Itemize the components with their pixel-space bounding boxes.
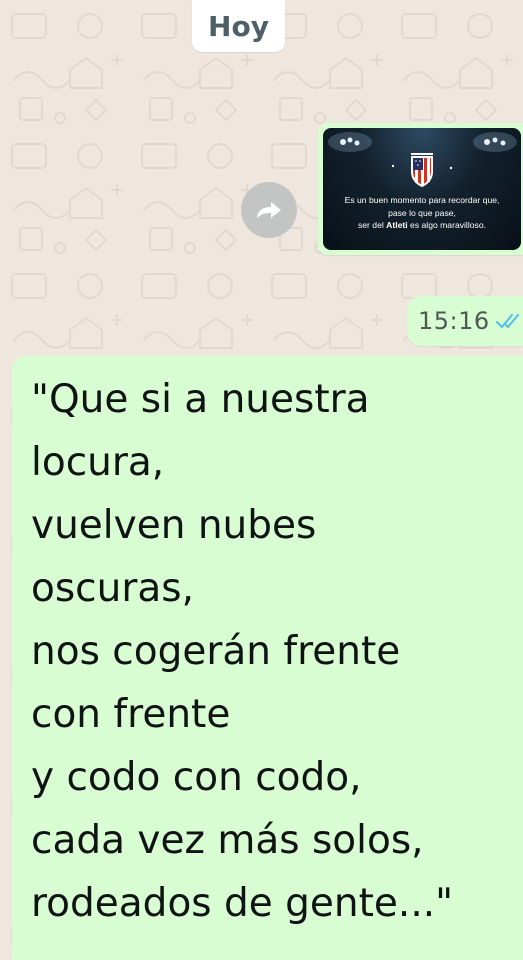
quote-line-3: vuelven nubes: [31, 503, 317, 548]
caption-line-3-start: ser del: [357, 220, 384, 230]
timestamp-bubble: 15:16: [407, 296, 523, 346]
quote-line-5: nos cogerán frente: [31, 629, 401, 674]
forward-button[interactable]: [241, 182, 297, 238]
quote-line-7: y codo con codo,: [31, 755, 362, 800]
forward-icon: [257, 202, 281, 218]
image-caption: Es un buen momento para recordar que, pa…: [323, 194, 521, 232]
caption-line-3-end: es algo maravilloso.: [410, 220, 486, 230]
quote-line-8: cada vez más solos,: [31, 818, 424, 863]
crest-icon: [411, 153, 433, 187]
image-message-bubble[interactable]: Es un buen momento para recordar que, pa…: [318, 123, 523, 255]
image-thumbnail[interactable]: Es un buen momento para recordar que, pa…: [323, 128, 521, 250]
caption-line-1: Es un buen momento para recordar que,: [344, 195, 500, 205]
quote-line-9: rodeados de gente...": [31, 881, 454, 926]
quote-line-1: "Que si a nuestra: [31, 377, 370, 422]
date-chip-label: Hoy: [208, 9, 269, 43]
caption-atleti: Atleti: [386, 220, 408, 230]
caption-line-3: ser del Atleti es algo maravilloso.: [323, 219, 521, 232]
quote-line-4: oscuras,: [31, 566, 194, 611]
quote-line-2: locura,: [31, 440, 165, 485]
quote-message-bubble[interactable]: "Que si a nuestra locura, vuelven nubes …: [12, 356, 523, 960]
date-chip: Hoy: [192, 0, 285, 52]
double-check-icon: [495, 314, 519, 328]
message-timestamp: 15:16: [418, 307, 490, 335]
caption-line-2: pase lo que pase,: [388, 207, 456, 218]
quote-line-6: con frente: [31, 692, 231, 737]
